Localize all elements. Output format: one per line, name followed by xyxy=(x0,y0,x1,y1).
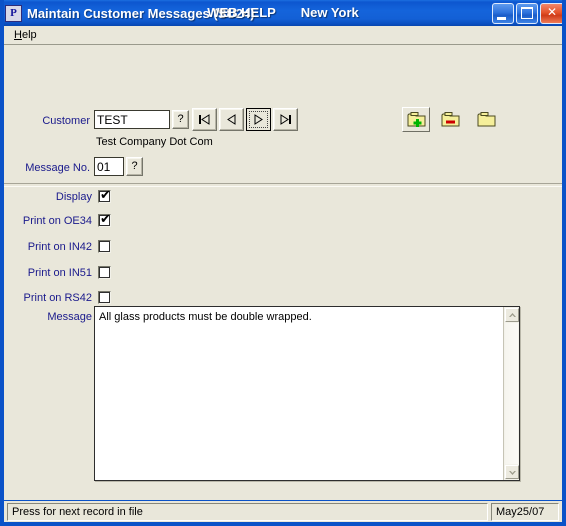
status-bar: Press for next record in file May25/07 xyxy=(4,500,562,522)
window-controls: ✕ xyxy=(492,2,562,24)
first-record-button[interactable] xyxy=(192,108,217,131)
print-on-rs42-checkbox[interactable] xyxy=(98,291,111,304)
location-label: New York xyxy=(300,5,359,20)
check-mark-icon: ✔ xyxy=(100,188,111,203)
scroll-down-button[interactable] xyxy=(505,465,519,479)
display-checkbox[interactable]: ✔ xyxy=(98,188,111,203)
message-no-label: Message No. xyxy=(25,162,90,174)
form-area: Customer ? xyxy=(4,45,562,481)
print-on-in42-checkbox[interactable] xyxy=(98,240,111,253)
last-record-button[interactable] xyxy=(273,108,298,131)
display-label: Display xyxy=(55,191,92,203)
maximize-button[interactable] xyxy=(516,2,538,24)
section-separator xyxy=(4,183,562,187)
customer-company-name: Test Company Dot Com xyxy=(96,136,213,148)
minimize-icon xyxy=(497,16,506,20)
menu-item-help[interactable]: Help xyxy=(10,28,41,42)
print-on-oe34-label: Print on OE34 xyxy=(22,215,92,227)
scroll-up-button[interactable] xyxy=(505,308,519,322)
title-bar: P Maintain Customer Messages (SU24) WEB … xyxy=(4,0,562,26)
open-record-button[interactable] xyxy=(472,107,500,132)
print-on-rs42-label: Print on RS42 xyxy=(23,292,92,304)
previous-record-icon xyxy=(227,114,236,125)
message-no-lookup-button[interactable]: ? xyxy=(126,157,143,176)
status-date: May25/07 xyxy=(491,502,559,521)
print-on-in51-checkbox[interactable] xyxy=(98,266,111,279)
app-icon: P xyxy=(5,4,22,22)
focus-rectangle xyxy=(249,111,268,128)
folder-open-icon xyxy=(477,112,495,127)
chevron-up-icon xyxy=(508,312,516,317)
print-on-in42-label: Print on IN42 xyxy=(27,241,92,253)
delete-record-button[interactable] xyxy=(436,107,464,132)
previous-record-button[interactable] xyxy=(219,108,244,131)
last-record-icon xyxy=(280,114,291,125)
folder-add-icon xyxy=(407,112,425,127)
print-on-in51-label: Print on IN51 xyxy=(27,267,92,279)
message-no-lookup-label: ? xyxy=(131,160,138,172)
close-icon: ✕ xyxy=(546,4,558,19)
maximize-icon xyxy=(521,6,533,19)
customer-label: Customer xyxy=(42,115,90,127)
customer-lookup-button[interactable]: ? xyxy=(172,110,189,129)
status-message: Press for next record in file xyxy=(7,502,488,521)
first-record-icon xyxy=(199,114,210,125)
next-record-button[interactable] xyxy=(246,108,271,131)
customer-lookup-label: ? xyxy=(177,113,184,125)
message-textarea[interactable]: All glass products must be double wrappe… xyxy=(94,306,520,481)
application-window: P Maintain Customer Messages (SU24) WEB … xyxy=(0,0,566,526)
scrollbar-track[interactable] xyxy=(505,323,518,464)
add-record-button[interactable] xyxy=(402,107,430,132)
customer-input[interactable] xyxy=(95,111,169,129)
chevron-down-icon xyxy=(508,470,516,475)
menu-bar: Help xyxy=(4,26,562,45)
message-scrollbar[interactable] xyxy=(503,307,519,480)
message-label: Message xyxy=(47,311,92,323)
message-no-input-wrapper[interactable] xyxy=(94,157,124,176)
close-button[interactable]: ✕ xyxy=(540,2,562,24)
customer-input-wrapper[interactable] xyxy=(94,110,170,129)
folder-delete-icon xyxy=(441,112,459,127)
message-text: All glass products must be double wrappe… xyxy=(99,311,312,323)
minimize-button[interactable] xyxy=(492,2,514,24)
check-mark-icon: ✔ xyxy=(100,212,111,227)
window-title: Maintain Customer Messages (SU24) xyxy=(27,5,255,21)
print-on-oe34-checkbox[interactable]: ✔ xyxy=(98,212,111,227)
message-no-input[interactable] xyxy=(95,158,123,176)
